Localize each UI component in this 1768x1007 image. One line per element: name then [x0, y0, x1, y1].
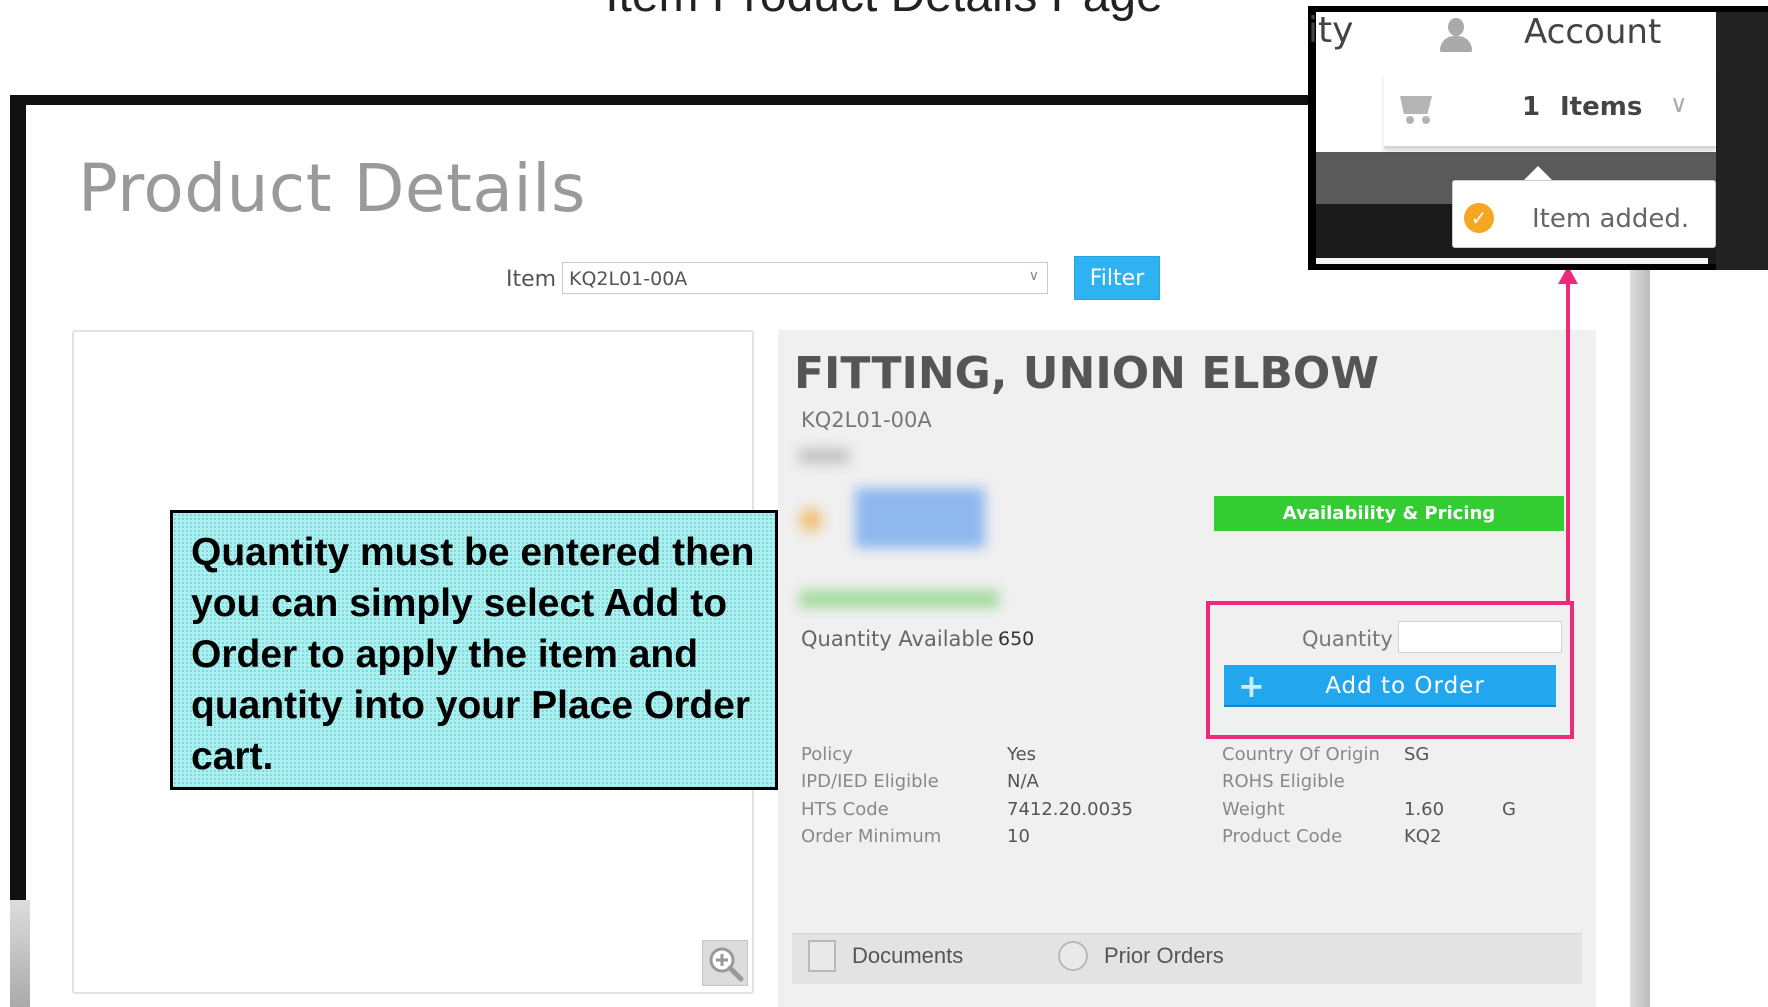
quantity-available-label: Quantity Available — [801, 627, 994, 651]
tab-documents[interactable]: Documents — [852, 943, 963, 969]
highlight-box — [1206, 601, 1574, 739]
spec-value: 1.60 — [1404, 799, 1445, 820]
blurred-price — [855, 488, 985, 548]
header-inset-edge — [1716, 12, 1768, 270]
document-icon[interactable] — [808, 940, 836, 972]
spec-label: ROHS Eligible — [1222, 771, 1345, 792]
item-select[interactable]: KQ2L01-00A ∨ — [562, 262, 1048, 294]
frame-edge — [10, 900, 30, 1007]
spec-value: SG — [1404, 744, 1430, 765]
spec-label: Policy — [801, 744, 853, 765]
page-title: Product Details — [78, 150, 586, 227]
cart-icon — [1396, 92, 1436, 126]
spec-label: Order Minimum — [801, 826, 942, 847]
item-label: Item — [506, 267, 557, 292]
availability-pricing-button[interactable]: Availability & Pricing — [1214, 496, 1564, 531]
zoom-in-icon[interactable] — [702, 940, 748, 986]
quantity-available-value: 650 — [998, 628, 1035, 650]
account-link[interactable]: Account — [1524, 12, 1661, 52]
blurred-label — [799, 448, 849, 464]
chevron-down-icon: ∨ — [1028, 268, 1039, 284]
item-select-value: KQ2L01-00A — [569, 268, 688, 290]
spec-unit: G — [1502, 799, 1516, 820]
product-name: FITTING, UNION ELBOW — [794, 348, 1379, 399]
filter-button[interactable]: Filter — [1074, 256, 1160, 300]
toast-message: Item added. — [1532, 204, 1690, 234]
spec-label: Weight — [1222, 799, 1285, 820]
cart-items-label: Items — [1560, 92, 1643, 122]
spec-value: KQ2 — [1404, 826, 1442, 847]
spec-value: 7412.20.0035 — [1007, 799, 1133, 820]
page-scrollbar[interactable] — [1630, 260, 1650, 1007]
blurred-dot-icon — [799, 508, 823, 532]
spec-label: IPD/IED Eligible — [801, 771, 939, 792]
tab-prior-orders[interactable]: Prior Orders — [1104, 943, 1224, 969]
header-divider — [1316, 258, 1708, 264]
spec-value: Yes — [1007, 744, 1037, 765]
spec-label: Product Code — [1222, 826, 1343, 847]
spec-label: HTS Code — [801, 799, 889, 820]
product-sku: KQ2L01-00A — [801, 408, 932, 432]
spec-label: Country Of Origin — [1222, 744, 1380, 765]
history-icon[interactable] — [1058, 941, 1088, 971]
blurred-price-area — [795, 440, 1025, 610]
toast-pointer — [1524, 166, 1552, 180]
user-icon — [1440, 18, 1472, 54]
callout-text: Quantity must be entered then you can si… — [191, 531, 755, 778]
cart-count: 1 — [1522, 92, 1541, 122]
pointer-line — [1566, 280, 1570, 605]
chevron-down-icon[interactable]: ∨ — [1670, 90, 1688, 118]
nav-partial-link[interactable]: ity — [1308, 10, 1353, 51]
blurred-stock-text — [799, 590, 999, 608]
instruction-callout: Quantity must be entered then you can si… — [170, 510, 778, 790]
check-circle-icon: ✓ — [1464, 203, 1494, 233]
spec-value: 10 — [1007, 826, 1030, 847]
spec-value: N/A — [1007, 771, 1039, 792]
